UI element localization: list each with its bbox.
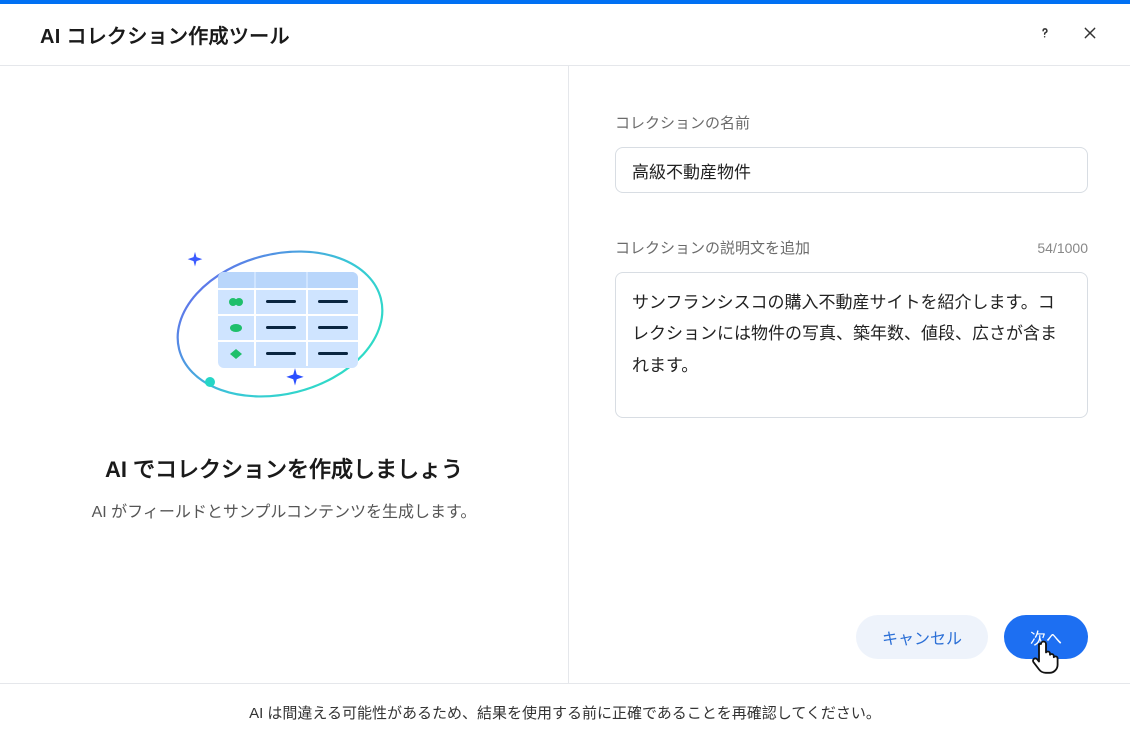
collection-desc-label: コレクションの説明文を追加 xyxy=(615,237,810,258)
dialog-body: AI でコレクションを作成しましょう AI がフィールドとサンプルコンテンツを生… xyxy=(0,66,1130,683)
help-icon xyxy=(1036,24,1054,45)
dialog-footer: AI は間違える可能性があるため、結果を使用する前に正確であることを再確認してく… xyxy=(0,683,1130,741)
sparkle-icon xyxy=(184,250,206,272)
collection-name-label: コレクションの名前 xyxy=(615,112,750,133)
cancel-button[interactable]: キャンセル xyxy=(856,615,988,659)
next-button[interactable]: 次へ xyxy=(1004,615,1088,659)
right-pane: コレクションの名前 コレクションの説明文を追加 54/1000 キャンセル 次へ xyxy=(569,66,1130,683)
name-field-group: コレクションの名前 xyxy=(615,112,1088,193)
close-icon xyxy=(1082,25,1098,44)
description-field-group: コレクションの説明文を追加 54/1000 xyxy=(615,237,1088,423)
close-button[interactable] xyxy=(1078,21,1102,48)
table-card-icon xyxy=(218,272,358,368)
dialog-button-row: キャンセル 次へ xyxy=(856,615,1088,659)
dialog-header: AI コレクション作成ツール xyxy=(0,4,1130,66)
left-pane: AI でコレクションを作成しましょう AI がフィールドとサンプルコンテンツを生… xyxy=(0,66,569,683)
left-subtext: AI がフィールドとサンプルコンテンツを生成します。 xyxy=(92,498,477,522)
sparkle-icon xyxy=(282,366,308,392)
collection-name-input[interactable] xyxy=(615,147,1088,193)
collection-desc-textarea[interactable] xyxy=(615,272,1088,418)
header-actions xyxy=(1032,20,1102,49)
char-count: 54/1000 xyxy=(1037,240,1088,256)
help-button[interactable] xyxy=(1032,20,1058,49)
collection-illustration xyxy=(164,228,404,418)
left-heading: AI でコレクションを作成しましょう xyxy=(105,452,463,484)
disclaimer-text: AI は間違える可能性があるため、結果を使用する前に正確であることを再確認してく… xyxy=(249,702,881,723)
dialog-title: AI コレクション作成ツール xyxy=(40,20,290,49)
